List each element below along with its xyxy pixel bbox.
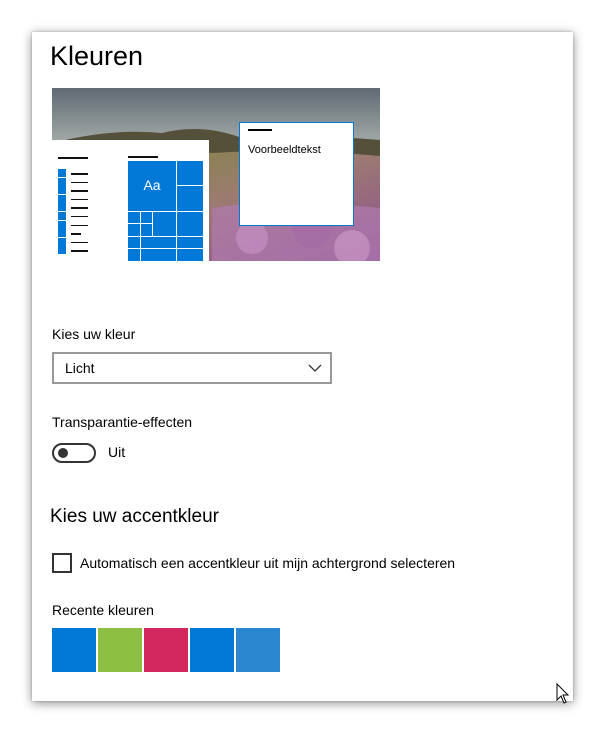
color-swatch[interactable] (190, 628, 234, 672)
settings-panel: Kleuren Aa Voorbeeldtekst Kies uw kleur … (32, 32, 573, 701)
transparency-label: Transparantie-effecten (52, 414, 193, 430)
tile-label: Aa (143, 177, 161, 193)
color-mode-label: Kies uw kleur (52, 326, 136, 342)
tiles-preview: Aa (128, 161, 203, 261)
recent-colors-row (52, 628, 282, 672)
color-swatch[interactable] (236, 628, 280, 672)
page-title: Kleuren (50, 41, 144, 71)
auto-accent-label[interactable]: Automatisch een accentkleur uit mijn ach… (80, 555, 455, 571)
app-list-preview (58, 169, 98, 255)
color-swatch[interactable] (98, 628, 142, 672)
color-swatch[interactable] (144, 628, 188, 672)
color-preview: Aa Voorbeeldtekst (52, 88, 380, 261)
color-mode-value: Licht (65, 360, 95, 376)
color-swatch[interactable] (52, 628, 96, 672)
sample-title-bar (248, 129, 272, 131)
transparency-state: Uit (108, 444, 126, 460)
list-header-line (58, 157, 88, 159)
auto-accent-checkbox[interactable] (52, 553, 72, 573)
mouse-cursor-icon (556, 683, 570, 704)
tiles-header-line (128, 156, 158, 158)
recent-colors-label: Recente kleuren (52, 602, 154, 618)
chevron-down-icon (308, 364, 322, 372)
transparency-toggle[interactable] (52, 443, 96, 463)
sample-window-preview: Voorbeeldtekst (239, 122, 354, 226)
start-menu-preview: Aa (52, 140, 209, 261)
color-mode-dropdown[interactable]: Licht (52, 352, 332, 384)
toggle-knob (58, 448, 68, 458)
accent-heading: Kies uw accentkleur (50, 506, 219, 527)
sample-text: Voorbeeldtekst (248, 144, 321, 156)
